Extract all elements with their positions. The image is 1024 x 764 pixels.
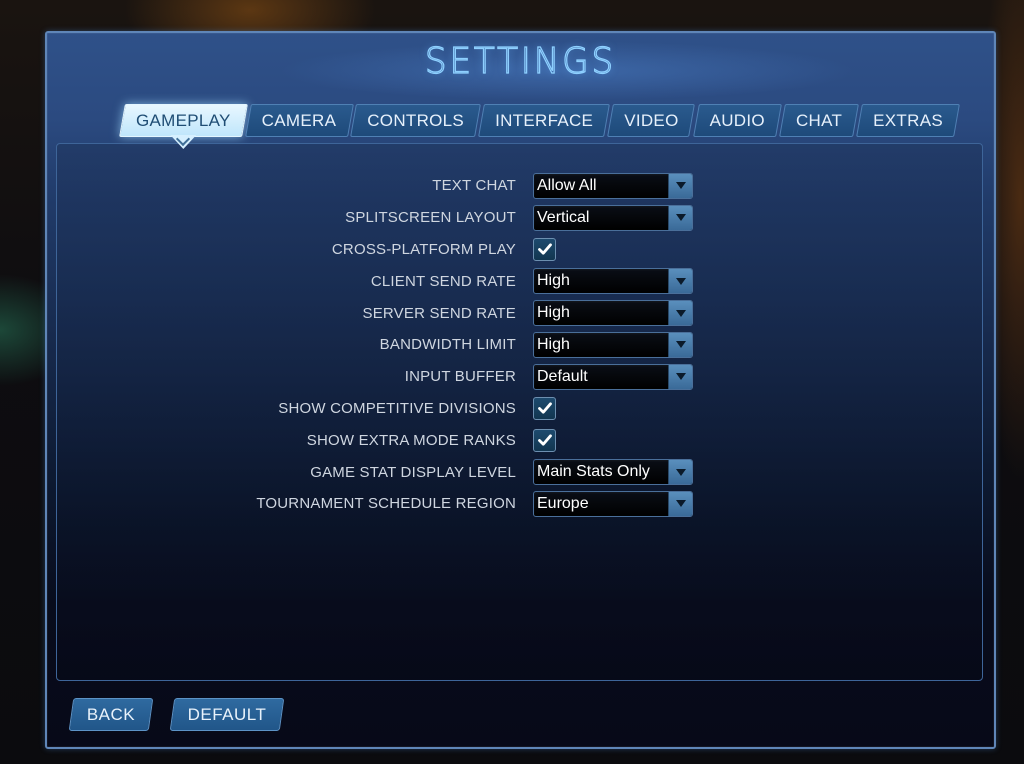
dropdown-arrow-button[interactable] — [668, 332, 692, 357]
dropdown-arrow-button[interactable] — [668, 491, 692, 516]
triangle-down-icon — [675, 182, 686, 190]
page-title: SETTINGS — [424, 40, 617, 82]
setting-row-client-send-rate: CLIENT SEND RATE High — [57, 265, 982, 297]
tab-controls[interactable]: CONTROLS — [353, 104, 478, 137]
tab-label: CHAT — [795, 110, 843, 130]
cross-platform-play-checkbox[interactable] — [533, 237, 556, 261]
setting-row-show-extra-mode-ranks: SHOW EXTRA MODE RANKS — [57, 424, 982, 456]
tab-chat[interactable]: CHAT — [782, 104, 856, 137]
input-buffer-dropdown[interactable]: Default — [533, 363, 693, 390]
checkmark-icon — [537, 402, 552, 415]
tab-label: VIDEO — [624, 110, 679, 130]
tab-audio[interactable]: AUDIO — [696, 104, 779, 137]
tab-bar: GAMEPLAY CAMERA CONTROLS INTERFACE VIDEO… — [122, 104, 957, 149]
dropdown-arrow-button[interactable] — [668, 301, 692, 326]
dropdown-value: Europe — [537, 494, 589, 512]
setting-label: SERVER SEND RATE — [362, 304, 516, 322]
setting-label: TOURNAMENT SCHEDULE REGION — [256, 495, 516, 513]
setting-row-bandwidth-limit: BANDWIDTH LIMIT High — [57, 329, 982, 361]
checkmark-icon — [537, 434, 552, 446]
setting-row-splitscreen-layout: SPLITSCREEN LAYOUT Vertical — [57, 202, 982, 234]
setting-label: GAME STAT DISPLAY LEVEL — [310, 463, 516, 481]
settings-content-panel: TEXT CHAT Allow All SPLITSCREEN LAYOUT Vert… — [56, 143, 983, 681]
dropdown-arrow-button[interactable] — [668, 364, 692, 389]
dropdown-value: Default — [537, 367, 588, 385]
setting-label: SPLITSCREEN LAYOUT — [345, 209, 516, 227]
tab-label: EXTRAS — [873, 110, 943, 130]
back-button-label: BACK — [86, 704, 136, 724]
setting-label: TEXT CHAT — [432, 177, 516, 195]
dropdown-arrow-button[interactable] — [668, 460, 692, 485]
dropdown-value: High — [537, 272, 570, 290]
dropdown-value: Vertical — [537, 208, 590, 226]
text-chat-dropdown[interactable]: Allow All — [533, 172, 693, 199]
tab-gameplay[interactable]: GAMEPLAY — [122, 104, 245, 149]
dropdown-value: High — [537, 335, 570, 353]
tab-camera[interactable]: CAMERA — [248, 104, 351, 137]
triangle-down-icon — [675, 373, 686, 381]
tab-extras[interactable]: EXTRAS — [859, 104, 957, 137]
setting-label: BANDWIDTH LIMIT — [379, 336, 516, 354]
setting-row-input-buffer: INPUT BUFFER Default — [57, 361, 982, 393]
back-button[interactable]: BACK — [71, 698, 151, 731]
triangle-down-icon — [675, 214, 686, 222]
dropdown-value: Allow All — [537, 176, 597, 194]
tab-label: CAMERA — [261, 110, 337, 130]
tab-label: CONTROLS — [367, 110, 465, 130]
client-send-rate-dropdown[interactable]: High — [533, 268, 693, 295]
footer-buttons: BACK DEFAULT — [71, 698, 282, 731]
settings-list: TEXT CHAT Allow All SPLITSCREEN LAYOUT Vert… — [57, 170, 982, 520]
triangle-down-icon — [675, 500, 686, 508]
dropdown-value: Main Stats Only — [537, 463, 650, 481]
server-send-rate-dropdown[interactable]: High — [533, 300, 693, 327]
setting-row-show-competitive-divisions: SHOW COMPETITIVE DIVISIONS — [57, 393, 982, 425]
show-extra-mode-ranks-checkbox[interactable] — [533, 428, 556, 452]
setting-row-server-send-rate: SERVER SEND RATE High — [57, 297, 982, 329]
setting-row-text-chat: TEXT CHAT Allow All — [57, 170, 982, 202]
triangle-down-icon — [675, 309, 686, 317]
show-competitive-divisions-checkbox[interactable] — [533, 396, 556, 420]
setting-label: SHOW EXTRA MODE RANKS — [306, 431, 516, 449]
setting-label: INPUT BUFFER — [404, 368, 516, 386]
dropdown-arrow-button[interactable] — [668, 205, 692, 230]
triangle-down-icon — [675, 277, 686, 285]
setting-label: SHOW COMPETITIVE DIVISIONS — [278, 399, 516, 417]
bandwidth-limit-dropdown[interactable]: High — [533, 331, 693, 358]
default-button-label: DEFAULT — [187, 704, 267, 724]
checkmark-icon — [537, 243, 552, 256]
setting-label: CROSS-PLATFORM PLAY — [331, 240, 516, 258]
tournament-schedule-region-dropdown[interactable]: Europe — [533, 490, 693, 517]
splitscreen-layout-dropdown[interactable]: Vertical — [533, 204, 693, 231]
settings-window: SETTINGS GAMEPLAY CAMERA CONTROLS INTERF… — [45, 31, 996, 749]
tab-label: GAMEPLAY — [136, 110, 231, 130]
dropdown-value: High — [537, 304, 570, 322]
setting-row-cross-platform-play: CROSS-PLATFORM PLAY — [57, 234, 982, 266]
tab-label: AUDIO — [709, 110, 765, 130]
tab-interface[interactable]: INTERFACE — [481, 104, 607, 137]
game-stat-display-level-dropdown[interactable]: Main Stats Only — [533, 459, 693, 486]
setting-row-game-stat-display-level: GAME STAT DISPLAY LEVEL Main Stats Only — [57, 456, 982, 488]
dropdown-arrow-button[interactable] — [668, 173, 692, 198]
triangle-down-icon — [675, 468, 686, 476]
tab-video[interactable]: VIDEO — [610, 104, 692, 137]
setting-row-tournament-schedule-region: TOURNAMENT SCHEDULE REGION Europe — [57, 488, 982, 520]
default-button[interactable]: DEFAULT — [172, 698, 282, 731]
setting-label: CLIENT SEND RATE — [370, 272, 516, 290]
dropdown-arrow-button[interactable] — [668, 269, 692, 294]
triangle-down-icon — [675, 341, 686, 349]
tab-label: INTERFACE — [495, 110, 594, 130]
